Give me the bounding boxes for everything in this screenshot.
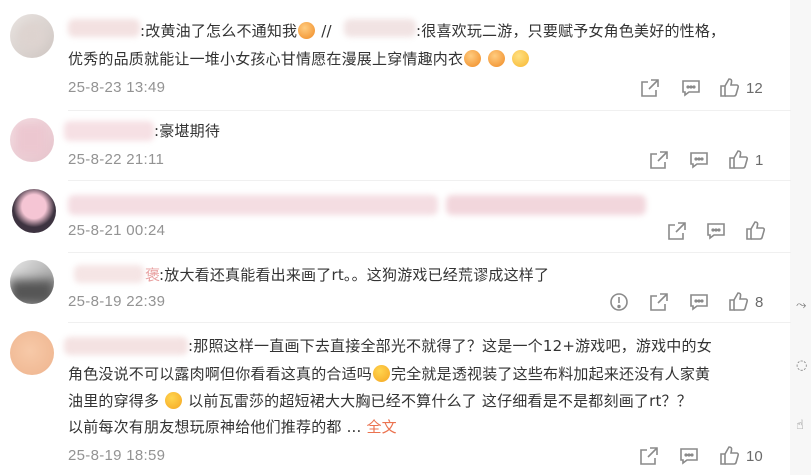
share-icon[interactable] <box>638 445 660 467</box>
comment-icon[interactable] <box>705 220 727 242</box>
like-count: 12 <box>746 80 763 97</box>
username-redacted[interactable] <box>68 19 140 37</box>
username-redacted[interactable] <box>68 195 438 215</box>
comment-line-1b: :很喜欢玩二游，只要赋予女角色美好的性格， <box>416 22 726 40</box>
comment-line-4: 以前每次有朋友想玩原神给他们推荐的都 ... 全文 <box>68 418 397 436</box>
side-like-icon[interactable]: ☝ <box>796 418 810 433</box>
shocked-emoji-icon <box>165 392 183 409</box>
username-redacted[interactable] <box>74 265 144 283</box>
comment-time: 25-8-21 00:24 <box>68 222 166 239</box>
tongue-emoji-icon <box>512 50 530 67</box>
comment-line-2: 角色没说不可以露肉啊但你看看这真的合适吗 完全就是透视装了这些布料加起来还没有人家… <box>68 365 711 383</box>
like-icon[interactable] <box>727 290 749 312</box>
comment-line-2: 优秀的品质就能让一堆小女孩心甘情愿在漫展上穿情趣内衣 <box>68 46 530 72</box>
like-icon[interactable] <box>744 219 766 241</box>
side-share-icon[interactable]: ⤳ <box>796 298 810 313</box>
comment-icon[interactable] <box>678 445 700 467</box>
comment-icon[interactable] <box>680 77 702 99</box>
comment-text: :放大看还真能看出来画了rt。。这狗游戏已经荒谬成这样了 <box>159 266 550 284</box>
like-icon[interactable] <box>718 444 740 466</box>
comment-time: 25-8-19 18:59 <box>68 447 166 464</box>
avatar[interactable] <box>10 14 54 58</box>
right-panel-edge <box>790 0 811 475</box>
username-tail[interactable]: 褒 <box>145 262 160 288</box>
hug-emoji-icon <box>488 50 506 67</box>
avatar[interactable] <box>10 118 54 162</box>
username-redacted[interactable] <box>64 337 188 355</box>
divider <box>68 110 791 111</box>
comment-text-redacted <box>446 195 646 215</box>
comment-icon[interactable] <box>688 149 710 171</box>
expand-full-text-link[interactable]: 全文 <box>366 418 396 436</box>
like-icon[interactable] <box>718 76 740 98</box>
comment-text: :豪堪期待 <box>154 122 221 140</box>
report-icon[interactable] <box>608 291 630 313</box>
divider <box>68 180 791 181</box>
laughing-cry-emoji-icon <box>373 365 391 382</box>
username-redacted[interactable] <box>344 19 416 37</box>
comment-line-1: :那照这样一直画下去直接全部光不就得了？这是一个12+游戏吧，游戏中的女 <box>188 337 712 355</box>
like-count: 1 <box>755 152 764 169</box>
hug-emoji-icon <box>464 50 482 67</box>
like-icon[interactable] <box>727 148 749 170</box>
side-comment-icon[interactable]: ◌ <box>796 358 810 373</box>
avatar[interactable] <box>10 260 54 304</box>
divider <box>68 322 791 323</box>
like-count: 8 <box>755 294 764 311</box>
like-count: 10 <box>746 448 763 465</box>
comment-icon[interactable] <box>688 291 710 313</box>
share-icon[interactable] <box>648 149 670 171</box>
comment-time: 25-8-23 13:49 <box>68 79 166 96</box>
avatar[interactable] <box>10 331 54 375</box>
comment-line-1: :改黄油了怎么不通知我 // <box>140 22 332 40</box>
hug-emoji-icon <box>298 22 316 39</box>
share-icon[interactable] <box>639 77 661 99</box>
divider <box>68 252 791 253</box>
share-icon[interactable] <box>648 291 670 313</box>
username-redacted[interactable] <box>64 121 154 141</box>
comment-time: 25-8-22 21:11 <box>68 151 165 168</box>
comment-line-3: 油里的穿得多 以前瓦雷莎的超短裙大大胸已经不算什么了 这仔细看是不是都刻画了rt… <box>68 392 692 410</box>
avatar[interactable] <box>12 189 56 233</box>
share-icon[interactable] <box>666 220 688 242</box>
comment-time: 25-8-19 22:39 <box>68 293 166 310</box>
